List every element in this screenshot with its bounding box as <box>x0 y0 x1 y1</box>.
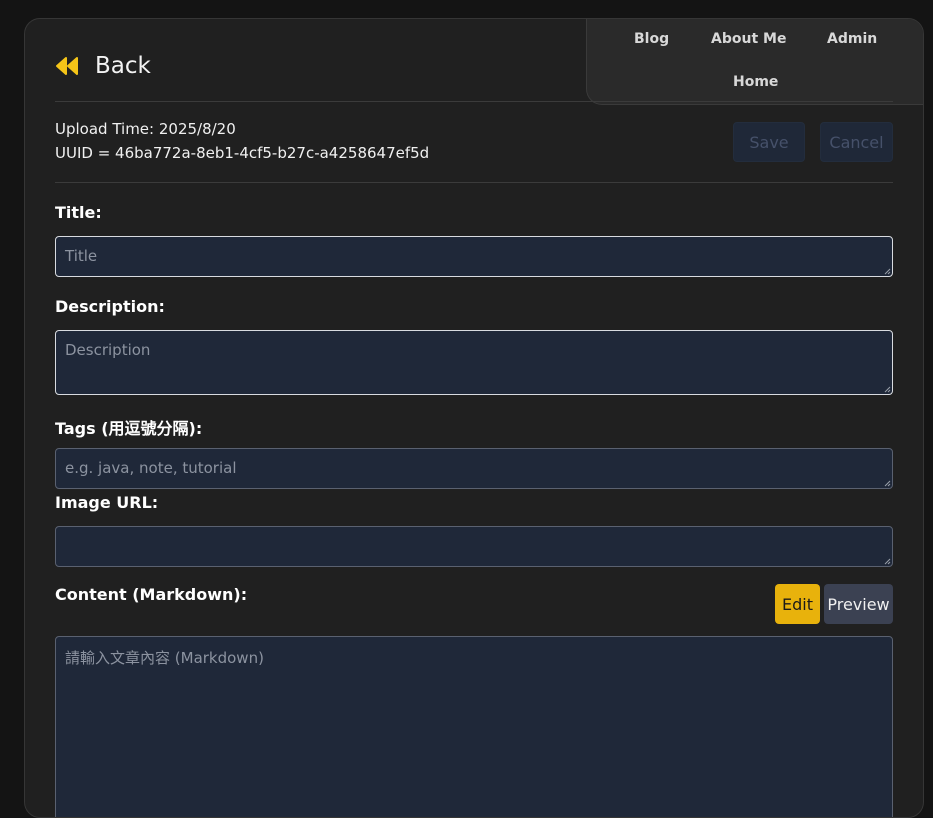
content-placeholder: 請輸入文章內容 (Markdown) <box>65 649 264 667</box>
nav-blog[interactable]: Blog <box>634 31 669 47</box>
resize-grip-icon[interactable] <box>883 479 891 487</box>
tags-placeholder: e.g. java, note, tutorial <box>65 459 237 477</box>
image-url-input[interactable] <box>55 526 893 567</box>
top-nav: Blog About Me Admin Home <box>586 19 923 105</box>
resize-grip-icon[interactable] <box>883 385 891 393</box>
resize-grip-icon[interactable] <box>883 267 891 275</box>
resize-grip-icon[interactable] <box>883 557 891 565</box>
title-placeholder: Title <box>65 247 98 265</box>
description-input[interactable]: Description <box>55 330 893 395</box>
description-placeholder: Description <box>65 341 151 359</box>
nav-admin[interactable]: Admin <box>827 31 877 47</box>
tags-input[interactable]: e.g. java, note, tutorial <box>55 448 893 489</box>
edit-tab-button[interactable]: Edit <box>775 584 820 624</box>
header-divider <box>55 101 893 102</box>
upload-time: Upload Time: 2025/8/20 <box>55 120 236 138</box>
nav-about-me[interactable]: About Me <box>711 31 786 47</box>
back-button[interactable]: Back <box>55 53 151 79</box>
rewind-icon <box>55 56 81 76</box>
image-url-label: Image URL: <box>55 493 159 512</box>
description-label: Description: <box>55 297 165 316</box>
content-textarea[interactable]: 請輸入文章內容 (Markdown) <box>55 636 893 817</box>
nav-home[interactable]: Home <box>733 74 778 90</box>
editor-card: Blog About Me Admin Home Back Upload Tim… <box>24 18 924 818</box>
preview-tab-button[interactable]: Preview <box>824 584 893 624</box>
tags-label: Tags (用逗號分隔): <box>55 419 203 438</box>
back-label: Back <box>95 53 151 79</box>
uuid-text: UUID = 46ba772a-8eb1-4cf5-b27c-a4258647e… <box>55 144 430 162</box>
cancel-button[interactable]: Cancel <box>820 122 893 162</box>
title-input[interactable]: Title <box>55 236 893 277</box>
content-label: Content (Markdown): <box>55 585 248 604</box>
meta-divider <box>55 182 893 183</box>
save-button[interactable]: Save <box>733 122 805 162</box>
title-label: Title: <box>55 203 102 222</box>
